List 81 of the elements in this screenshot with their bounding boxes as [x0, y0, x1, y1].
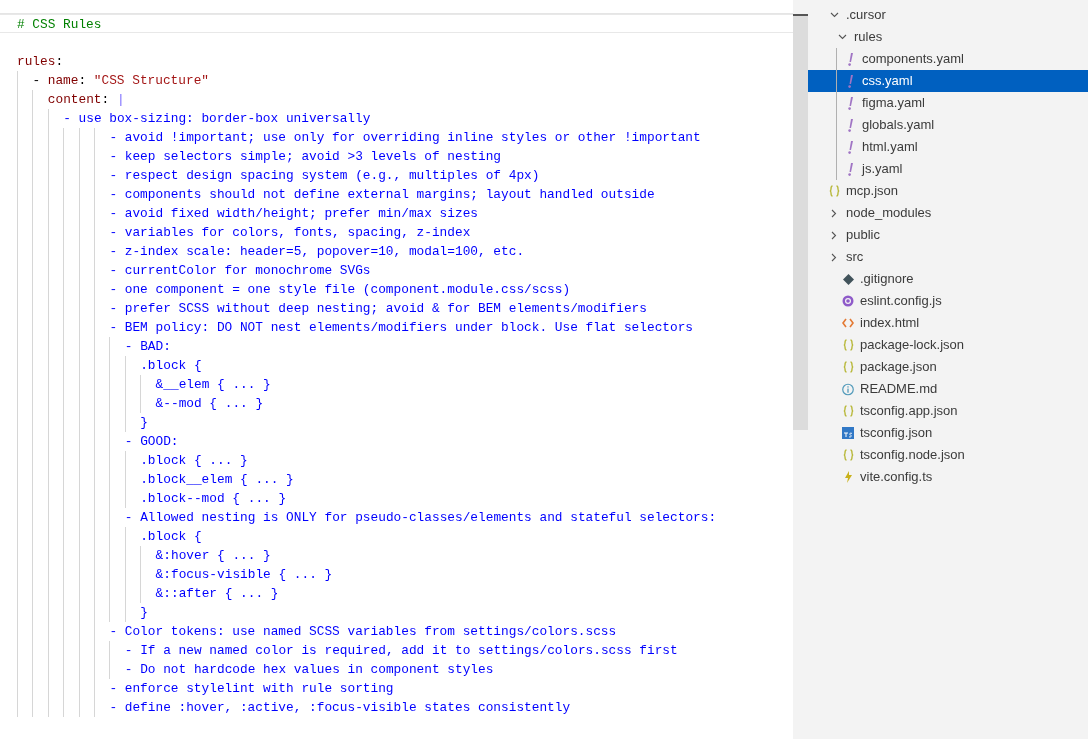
code-text: - enforce stylelint with rule sorting [109, 681, 394, 696]
braces-icon [842, 361, 854, 373]
code-text: - components should not define external margins; layout handled outside [109, 187, 655, 202]
code-text: : [78, 73, 88, 88]
exclamation-icon [847, 74, 853, 88]
code-text: : [101, 92, 111, 107]
exclamation-icon [847, 52, 853, 66]
code-key: content [47, 92, 102, 107]
exclamation-icon [847, 118, 853, 132]
file-row[interactable]: mcp.json [808, 180, 1088, 202]
code-text: - [32, 73, 42, 88]
code-text: .block { [140, 529, 202, 544]
folder-row[interactable]: src [808, 246, 1088, 268]
code-comment: # CSS Rules [17, 17, 102, 32]
file-row[interactable]: tsconfig.json [808, 422, 1088, 444]
braces-icon [842, 405, 854, 417]
code-text: .block__elem { ... } [140, 472, 294, 487]
code-text: .block { ... } [140, 453, 248, 468]
code-text: - keep selectors simple; avoid >3 levels of nesting [109, 149, 502, 164]
code-text: - BAD: [124, 339, 171, 354]
code-text: &__elem { ... } [155, 377, 271, 392]
code-text: } [140, 605, 148, 620]
file-row[interactable]: vite.config.ts [808, 466, 1088, 488]
file-row[interactable]: css.yaml [808, 70, 1088, 92]
code-text: - avoid !important; use only for overriding inline styles or other !important [109, 130, 701, 145]
file-row[interactable]: tsconfig.node.json [808, 444, 1088, 466]
file-row[interactable]: components.yaml [808, 48, 1088, 70]
folder-row[interactable]: public [808, 224, 1088, 246]
code-text: - Allowed nesting is ONLY for pseudo-classes/elements and stateful selectors: [124, 510, 717, 525]
code-text: - one component = one style file (component.module.css/scss) [109, 282, 571, 297]
code-text: - define :hover, :active, :focus-visible states consistently [109, 700, 571, 715]
braces-icon [842, 449, 854, 461]
folder-row[interactable]: node_modules [808, 202, 1088, 224]
info-icon [842, 382, 854, 396]
code-text: - prefer SCSS without deep nesting; avoid & for BEM elements/modifiers [109, 301, 647, 316]
code-text: - currentColor for monochrome SVGs [109, 263, 371, 278]
code-text: - If a new named color is required, add it to settings/colors.scss first [124, 643, 678, 658]
code-text: - respect design spacing system (e.g., multiples of 4px) [109, 168, 540, 183]
code-text: &--mod { ... } [155, 396, 264, 411]
code-text: - Color tokens: use named SCSS variables from settings/colors.scss [109, 624, 617, 639]
code-text: } [140, 415, 148, 430]
code-text: - BEM policy: DO NOT nest elements/modifiers under block. Use flat selectors [109, 320, 694, 335]
code-text: - use box-sizing: border-box universally [63, 111, 371, 126]
file-row[interactable]: globals.yaml [808, 114, 1088, 136]
braces-icon [828, 185, 840, 197]
exclamation-icon [847, 96, 853, 110]
exclamation-icon [847, 162, 853, 176]
exclamation-icon [847, 140, 853, 154]
braces-icon [842, 339, 854, 351]
file-row[interactable]: .gitignore [808, 268, 1088, 290]
code-text: : [55, 54, 64, 69]
folder-row[interactable]: rules [808, 26, 1088, 48]
lightning-icon [843, 471, 853, 483]
file-row[interactable]: package.json [808, 356, 1088, 378]
code-key: rules [17, 54, 56, 69]
file-row[interactable]: tsconfig.app.json [808, 400, 1088, 422]
ts-file-icon [842, 427, 854, 439]
file-row[interactable]: package-lock.json [808, 334, 1088, 356]
code-text: - variables for colors, fonts, spacing, z-index [109, 225, 471, 240]
file-row[interactable]: html.yaml [808, 136, 1088, 158]
code-symbol: | [116, 92, 125, 107]
code-text: .block { [140, 358, 202, 373]
code-text: - GOOD: [124, 434, 179, 449]
file-row[interactable]: README.md [808, 378, 1088, 400]
code-text: - Do not hardcode hex values in component styles [124, 662, 494, 677]
diamond-icon [842, 273, 854, 285]
code-string: "CSS Structure" [93, 73, 210, 88]
file-row[interactable]: figma.yaml [808, 92, 1088, 114]
code-text: .block--mod { ... } [140, 491, 287, 506]
file-row[interactable]: index.html [808, 312, 1088, 334]
code-text: &:hover { ... } [155, 548, 271, 563]
code-text: - z-index scale: header=5, popover=10, modal=100, etc. [109, 244, 525, 259]
code-key: name [47, 73, 79, 88]
code-brackets-icon [842, 318, 854, 328]
folder-row[interactable]: .cursor [808, 4, 1088, 26]
code-text: &:focus-visible { ... } [155, 567, 333, 582]
code-text: - avoid fixed width/height; prefer min/max sizes [109, 206, 478, 221]
code-text: &::after { ... } [155, 586, 279, 601]
file-row[interactable]: js.yaml [808, 158, 1088, 180]
file-row[interactable]: eslint.config.js [808, 290, 1088, 312]
scrollbar-thumb[interactable] [793, 14, 808, 430]
